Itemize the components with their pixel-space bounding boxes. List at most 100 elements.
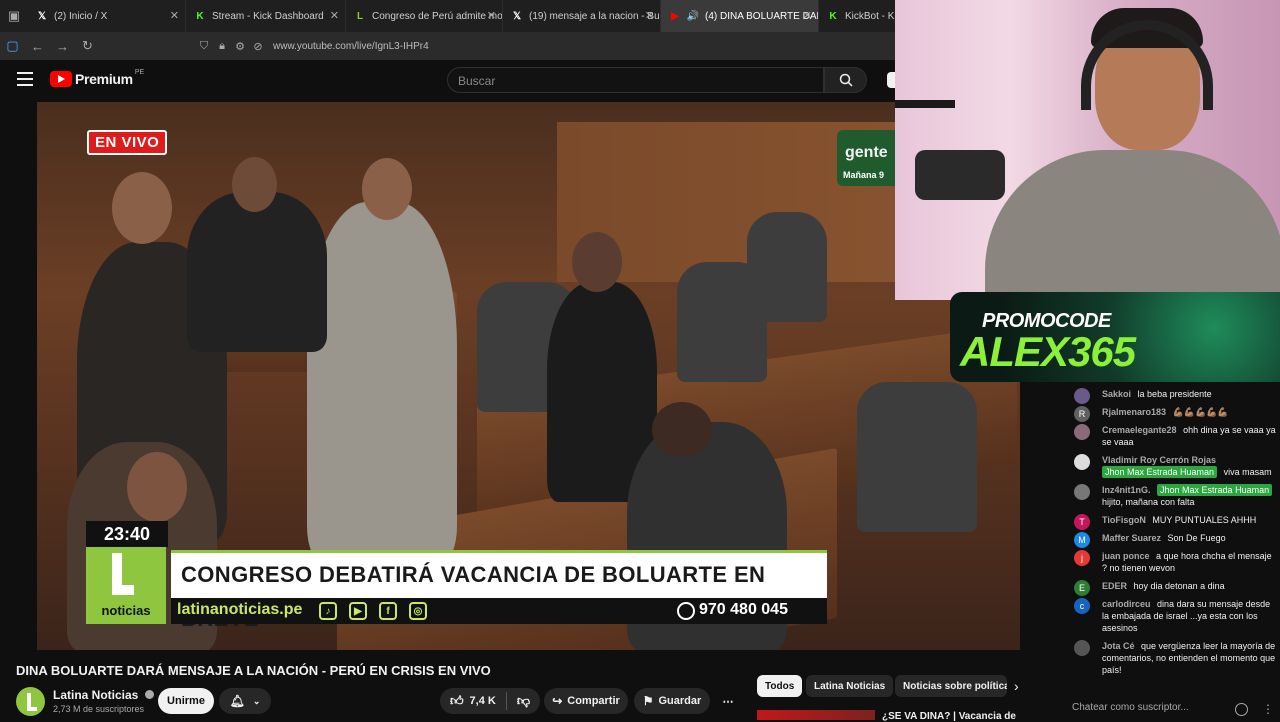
lock-icon[interactable]: 🔒︎	[213, 32, 231, 60]
chat-author[interactable]: Inz4nit1nG.	[1102, 485, 1151, 495]
channel-avatar[interactable]	[16, 687, 45, 716]
chip-politica[interactable]: Noticias sobre política	[895, 675, 1007, 697]
shield-icon[interactable]: ⛉	[195, 32, 213, 60]
chat-author[interactable]: Cremaelegante28	[1102, 425, 1177, 435]
facebook-icon: f	[379, 602, 397, 620]
mic-arm	[895, 100, 955, 108]
address-bar-url[interactable]: www.youtube.com/live/IgnL3-IHPr4	[273, 41, 429, 52]
close-icon[interactable]: ✕	[487, 9, 496, 22]
reply-tag[interactable]: Jhon Max Estrada Huaman	[1157, 484, 1273, 496]
thumbs-down-icon[interactable]: 👎︎	[517, 693, 530, 709]
emoji-icon[interactable]	[1235, 703, 1248, 716]
chat-input[interactable]: Chatear como suscriptor...	[1072, 702, 1262, 720]
reload-icon[interactable]: ↻	[75, 32, 100, 60]
browser-tab-youtube[interactable]: ▶ 🔊 (4) DINA BOLUARTE DARÁ ✕	[661, 0, 819, 32]
corner-logo-subtext: Mañana 9	[843, 170, 885, 180]
avatar[interactable]: E	[1074, 580, 1090, 596]
chair	[677, 262, 767, 382]
channel-name-text[interactable]: Latina Noticias	[53, 688, 138, 702]
chat-message: R Rjalmenaro183 💪🏽💪🏽💪🏽💪🏽💪🏽	[1057, 406, 1280, 422]
back-arrow-icon[interactable]: ←	[25, 32, 50, 60]
avatar[interactable]	[1074, 388, 1090, 404]
chat-author[interactable]: Vladimir Roy Cerrón Rojas	[1102, 455, 1216, 465]
search-button[interactable]	[824, 67, 867, 93]
chat-author[interactable]: Rjalmenaro183	[1102, 407, 1166, 417]
avatar[interactable]	[1074, 424, 1090, 440]
like-button[interactable]: 👍︎ 7,4 K 👎︎	[440, 688, 540, 714]
subscriber-count: 2,73 M de suscriptores	[53, 704, 145, 714]
chevron-down-icon: ⌄	[252, 695, 261, 706]
live-chat: Sakkoi la beba presidente R Rjalmenaro18…	[1057, 382, 1280, 720]
microphone-icon[interactable]	[887, 72, 895, 88]
avatar[interactable]	[1074, 484, 1090, 500]
browser-tab-kick-dashboard[interactable]: K Stream - Kick Dashboard ✕	[186, 0, 346, 32]
news-headline: CONGRESO DEBATIRÁ VACANCIA DE BOLUARTE E…	[171, 550, 827, 631]
tracking-off-icon[interactable]: ⊘	[249, 32, 267, 60]
person-head	[112, 172, 172, 244]
save-button[interactable]: ⚑ Guardar	[634, 688, 710, 714]
search-input[interactable]: Buscar	[447, 67, 824, 93]
close-icon[interactable]: ✕	[645, 9, 654, 22]
promo-code-banner: PROMOCODE ALEX365	[950, 292, 1280, 382]
sidebar-toggle-icon[interactable]: ▢	[0, 32, 25, 60]
streamer-hoodie	[985, 150, 1280, 300]
chat-author[interactable]: Jota Cé	[1102, 641, 1135, 651]
chip-latina-noticias[interactable]: Latina Noticias	[806, 675, 894, 697]
browser-tab-kickbot[interactable]: K KickBot - Kick	[819, 0, 895, 32]
browser-tab-x-search[interactable]: 𝕏 (19) mensaje a la nacion - Busc ✕	[503, 0, 661, 32]
tab-label: Stream - Kick Dashboard	[212, 10, 324, 22]
browser-tab-x-home[interactable]: 𝕏 (2) Inicio / X ✕	[28, 0, 186, 32]
chat-text: 💪🏽💪🏽💪🏽💪🏽💪🏽	[1172, 407, 1229, 417]
tab-overview-icon[interactable]: ▣	[0, 2, 28, 30]
chip-all[interactable]: Todos	[757, 675, 803, 697]
bell-icon: 🔔︎	[229, 694, 245, 708]
more-options-icon[interactable]: ⋮	[1262, 702, 1274, 716]
chat-author[interactable]: juan ponce	[1102, 551, 1150, 561]
chat-author[interactable]: Maffer Suarez	[1102, 533, 1161, 543]
close-icon[interactable]: ✕	[803, 9, 812, 22]
share-button[interactable]: ↪ Compartir	[544, 688, 628, 714]
region-code: PE	[134, 68, 145, 76]
join-button[interactable]: Unirme	[158, 688, 214, 714]
avatar[interactable]	[1074, 454, 1090, 470]
avatar[interactable]: R	[1074, 406, 1090, 422]
site-settings-icon[interactable]: ⚙	[231, 32, 249, 60]
avatar[interactable]: M	[1074, 532, 1090, 548]
avatar[interactable]: T	[1074, 514, 1090, 530]
avatar[interactable]: j	[1074, 550, 1090, 566]
kick-logo-icon: K	[829, 10, 837, 22]
chevron-right-icon[interactable]: ›	[1014, 678, 1019, 694]
close-icon[interactable]: ✕	[170, 9, 179, 22]
chat-message: Jota Cé que vergüenza leer la mayoría de…	[1057, 640, 1280, 676]
chat-author[interactable]: EDER	[1102, 581, 1127, 591]
avatar[interactable]: c	[1074, 598, 1090, 614]
reply-tag[interactable]: Jhon Max Estrada Huaman	[1102, 466, 1218, 478]
streamer-webcam	[895, 0, 1280, 300]
channel-name[interactable]: Latina Noticias	[53, 688, 154, 702]
person-head	[572, 232, 622, 292]
thumbs-up-icon: 👍︎	[449, 693, 464, 708]
chat-author[interactable]: carlodirceu	[1102, 599, 1151, 609]
chat-author[interactable]: Sakkoi	[1102, 389, 1131, 399]
browser-tab-congreso[interactable]: L Congreso de Perú admite moci ✕	[346, 0, 503, 32]
notifications-button[interactable]: 🔔︎ ⌄	[219, 688, 271, 714]
whatsapp-icon	[677, 602, 695, 620]
youtube-logo[interactable]: Premium PE	[50, 68, 145, 87]
related-video-thumbnail[interactable]	[757, 710, 875, 720]
youtube-icon: ▶	[349, 602, 367, 620]
close-icon[interactable]: ✕	[330, 9, 339, 22]
speaker-icon[interactable]: 🔊	[687, 10, 699, 22]
more-actions-icon[interactable]: ⋯	[715, 688, 741, 714]
menu-icon[interactable]	[17, 72, 33, 86]
chat-text: hoy dia detonan a dina	[1133, 581, 1225, 591]
video-player[interactable]: EN VIVO gente Mañana 9 23:40 noticias CO…	[37, 102, 1020, 650]
chat-message: M Maffer Suarez Son De Fuego	[1057, 532, 1280, 548]
verified-icon	[144, 690, 154, 699]
related-video-title[interactable]: ¿SE VA DINA? | Vacancia de	[882, 711, 1022, 722]
chat-author[interactable]: TioFisgoN	[1102, 515, 1146, 525]
avatar[interactable]	[1074, 640, 1090, 656]
forward-arrow-icon[interactable]: →	[50, 32, 75, 60]
brand-word: noticias	[101, 603, 151, 618]
microphone	[915, 150, 1005, 200]
chat-message: c carlodirceu dina dara su mensaje desde…	[1057, 598, 1280, 634]
